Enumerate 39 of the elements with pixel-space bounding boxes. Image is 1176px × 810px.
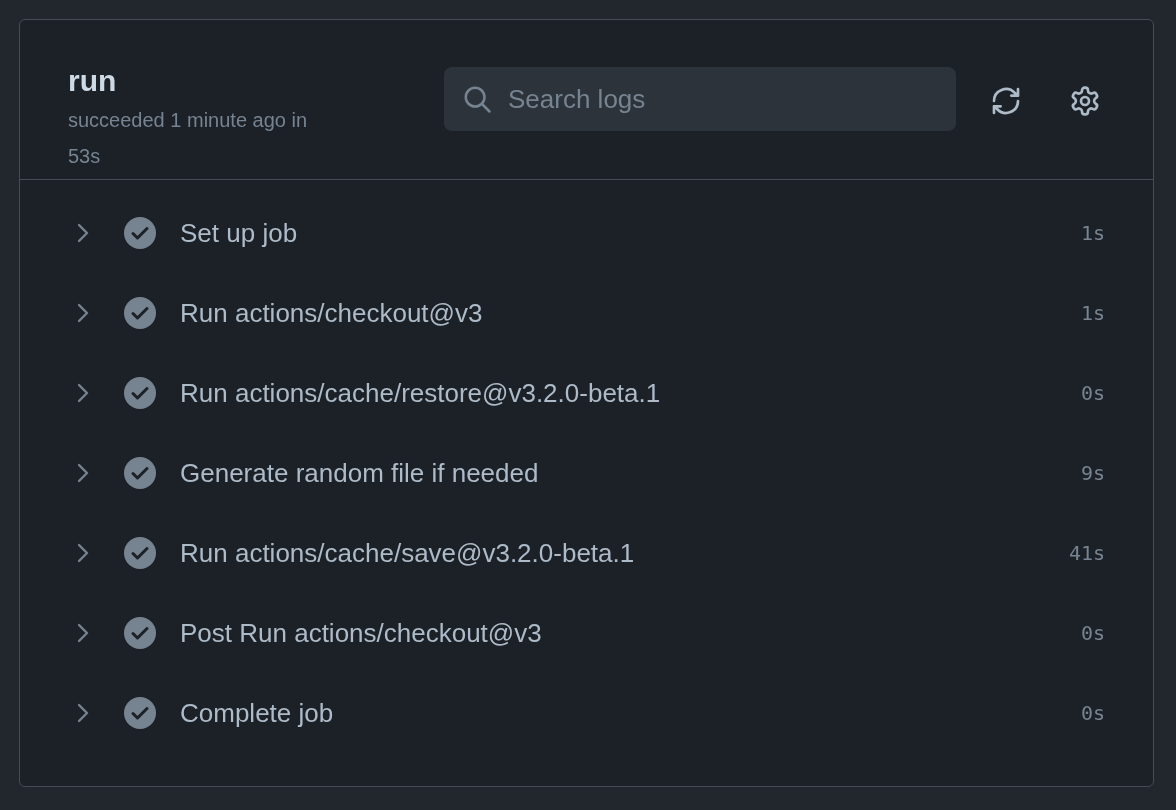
step-name: Run actions/cache/restore@v3.2.0-beta.1	[180, 377, 662, 409]
step-duration: 41s	[1068, 541, 1105, 565]
step-duration: 0s	[1080, 381, 1105, 405]
step-duration: 0s	[1080, 701, 1105, 725]
chevron-right-icon	[76, 462, 90, 484]
check-circle-icon	[124, 617, 156, 649]
search-field[interactable]: Search logs	[444, 67, 956, 131]
step-row[interactable]: Run actions/cache/restore@v3.2.0-beta.1 0s	[20, 353, 1153, 433]
check-circle-icon	[124, 537, 156, 569]
step-name: Run actions/cache/save@v3.2.0-beta.1	[180, 537, 636, 569]
step-row[interactable]: Complete job 0s	[20, 673, 1153, 753]
step-row[interactable]: Generate random file if needed 9s	[20, 433, 1153, 513]
step-name: Set up job	[180, 217, 299, 249]
chevron-right-icon	[76, 702, 90, 724]
chevron-right-icon	[76, 222, 90, 244]
step-name: Complete job	[180, 697, 335, 729]
step-duration: 1s	[1080, 301, 1105, 325]
job-summary: succeeded 1 minute ago in 53s	[68, 108, 309, 169]
step-row[interactable]: Run actions/checkout@v3 1s	[20, 273, 1153, 353]
check-circle-icon	[124, 457, 156, 489]
step-duration: 1s	[1080, 221, 1105, 245]
step-row[interactable]: Post Run actions/checkout@v3 0s	[20, 593, 1153, 673]
check-circle-icon	[124, 297, 156, 329]
step-name: Generate random file if needed	[180, 457, 540, 489]
chevron-right-icon	[76, 622, 90, 644]
step-duration: 0s	[1080, 621, 1105, 645]
search-icon	[462, 84, 492, 114]
step-name: Run actions/checkout@v3	[180, 297, 484, 329]
check-circle-icon	[124, 697, 156, 729]
step-name: Post Run actions/checkout@v3	[180, 617, 543, 649]
step-row[interactable]: Set up job 1s	[20, 193, 1153, 273]
job-title: run	[68, 64, 118, 98]
check-circle-icon	[124, 377, 156, 409]
chevron-right-icon	[76, 382, 90, 404]
chevron-right-icon	[76, 542, 90, 564]
step-duration: 9s	[1080, 461, 1105, 485]
check-circle-icon	[124, 217, 156, 249]
chevron-right-icon	[76, 302, 90, 324]
step-row[interactable]: Run actions/cache/save@v3.2.0-beta.1 41s	[20, 513, 1153, 593]
